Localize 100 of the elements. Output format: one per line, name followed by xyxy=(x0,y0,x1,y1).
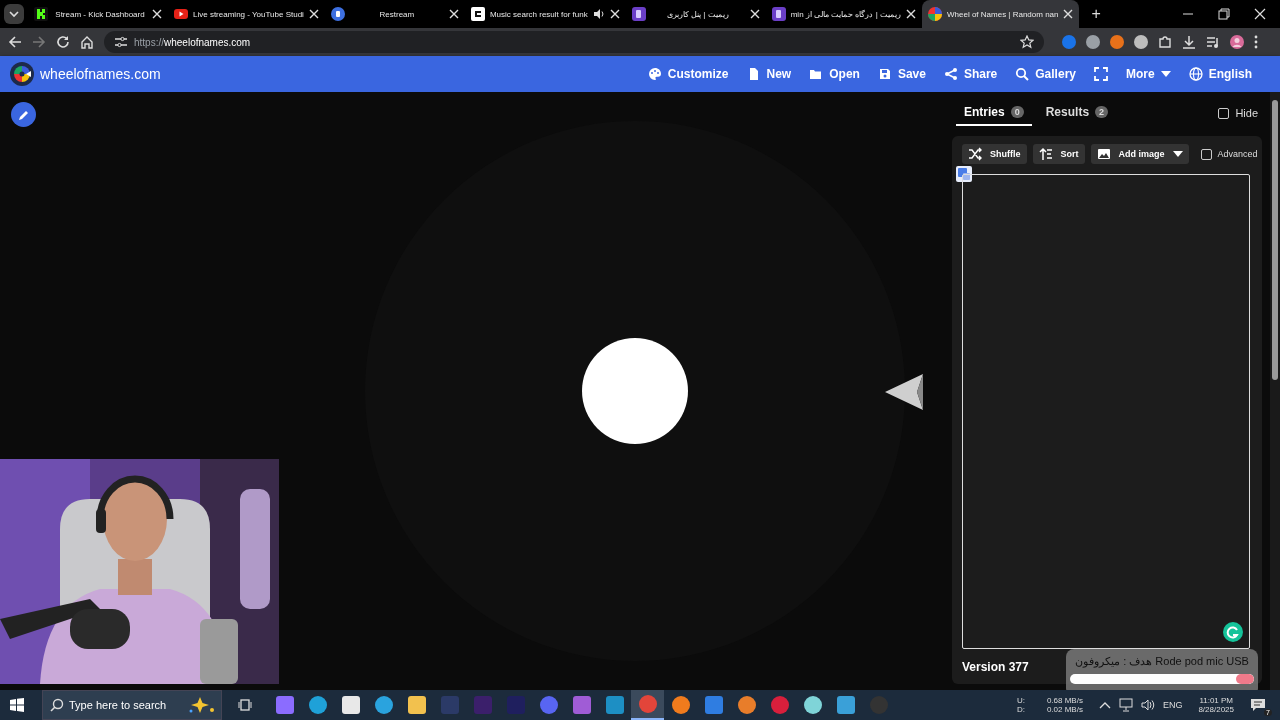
app-icon xyxy=(770,696,789,714)
search-icon xyxy=(1015,67,1030,81)
logo-icon[interactable] xyxy=(10,62,34,86)
app-icon xyxy=(638,695,657,713)
menu-button[interactable]: Gallery xyxy=(1007,63,1084,85)
taskbar-search-field[interactable]: Type here to search xyxy=(42,690,222,720)
media-icon[interactable] xyxy=(1206,35,1220,49)
panel-tab[interactable]: Results 2 xyxy=(1037,100,1117,126)
pencil-icon xyxy=(17,108,30,121)
favicon-icon xyxy=(928,7,942,21)
fullscreen-icon xyxy=(1094,67,1108,81)
browser-tab[interactable]: Wheel of Names | Random nan xyxy=(922,0,1080,28)
menu-button[interactable]: New xyxy=(738,63,800,85)
notification-icon[interactable] xyxy=(1250,698,1266,712)
browser-tab[interactable]: Music search result for funk xyxy=(464,0,626,28)
browser-tab[interactable]: Restream xyxy=(324,0,465,28)
count-badge: 2 xyxy=(1095,106,1109,118)
app-icon xyxy=(275,696,294,714)
panel-tab[interactable]: Entries 0 xyxy=(956,100,1032,126)
download-icon[interactable] xyxy=(1182,35,1196,49)
checkbox-label[interactable]: Advanced xyxy=(1217,149,1258,159)
new-tab-button[interactable]: + xyxy=(1083,5,1109,23)
address-bar[interactable]: https://wheelofnames.com xyxy=(104,31,1044,53)
back-icon[interactable] xyxy=(8,35,22,49)
browser-tab[interactable]: Live streaming - YouTube Studi xyxy=(168,0,325,28)
forward-icon[interactable] xyxy=(32,35,46,49)
tool-button[interactable]: Add image xyxy=(1090,144,1189,164)
close-icon[interactable] xyxy=(749,9,760,19)
close-icon[interactable] xyxy=(448,9,459,19)
extension-icon[interactable] xyxy=(1086,35,1100,49)
url-text: https://wheelofnames.com xyxy=(134,36,251,48)
app-icon xyxy=(341,696,360,714)
avatar-icon[interactable] xyxy=(1230,35,1244,49)
menu-button[interactable]: Share xyxy=(935,63,1006,85)
extension-icon[interactable] xyxy=(1110,35,1124,49)
net-speed: 0.02 MB/s xyxy=(1046,705,1083,714)
tab-list-button[interactable] xyxy=(4,4,24,24)
tab-title: Live streaming - YouTube Studi xyxy=(193,9,304,19)
close-icon[interactable] xyxy=(906,9,916,19)
restore-icon[interactable] xyxy=(1218,8,1230,20)
browser-tab[interactable]: ریمیت | درگاه حمایت مالی از min xyxy=(765,0,922,28)
app-icon xyxy=(737,696,756,714)
volume-icon[interactable] xyxy=(1140,698,1155,712)
entries-field[interactable] xyxy=(962,174,1250,649)
speaker-icon[interactable] xyxy=(592,8,605,20)
menu-button[interactable]: English xyxy=(1180,63,1260,85)
app-icon xyxy=(506,696,525,714)
tool-button[interactable]: Shuffle xyxy=(962,144,1027,164)
close-icon[interactable] xyxy=(1254,8,1266,20)
extension-icon[interactable] xyxy=(1134,35,1148,49)
tab-title: Wheel of Names | Random nan xyxy=(947,9,1059,19)
app-icon xyxy=(836,696,855,714)
favicon-icon xyxy=(470,7,485,21)
advanced-checkbox[interactable] xyxy=(1200,148,1212,160)
clock-time[interactable]: 11:01 PM xyxy=(1199,696,1234,705)
checkbox-label[interactable]: Hide xyxy=(1235,107,1258,119)
browser-tab[interactable]: ریمیت | پنل کاربری xyxy=(625,0,766,28)
count-badge: 0 xyxy=(1010,106,1024,118)
close-icon[interactable] xyxy=(609,9,620,19)
menu-icon[interactable] xyxy=(1254,35,1258,49)
tab-title: Stream - Kick Dashboard xyxy=(54,9,146,19)
puzzle-icon[interactable] xyxy=(1158,35,1172,49)
menu-button[interactable]: Save xyxy=(869,63,934,85)
edit-button[interactable] xyxy=(11,102,36,127)
close-icon[interactable] xyxy=(308,9,319,19)
star-icon[interactable] xyxy=(1020,35,1034,49)
menu-button[interactable]: Customize xyxy=(639,63,737,85)
site-name[interactable]: wheelofnames.com xyxy=(40,66,161,82)
hide-checkbox[interactable] xyxy=(1218,107,1230,119)
chevron-up-icon[interactable] xyxy=(1098,701,1111,709)
share-icon xyxy=(943,67,958,81)
tab-title: ریمیت | درگاه حمایت مالی از min xyxy=(790,9,901,19)
scrollbar[interactable] xyxy=(1270,92,1280,690)
menu-button[interactable]: More xyxy=(1118,63,1179,85)
language-indicator[interactable]: ENG xyxy=(1162,700,1183,710)
tool-button[interactable]: Sort xyxy=(1032,144,1085,164)
app-icon xyxy=(605,696,624,714)
extension-icon[interactable] xyxy=(1062,35,1076,49)
net-speed: 0.68 MB/s xyxy=(1046,696,1083,705)
home-icon[interactable] xyxy=(80,35,94,49)
start-icon[interactable] xyxy=(10,698,24,712)
favicon-icon xyxy=(771,7,786,21)
network-icon[interactable] xyxy=(1118,698,1133,712)
grammarly-icon[interactable] xyxy=(1223,622,1243,642)
tab-title: Music search result for funk xyxy=(489,9,588,19)
task-view-icon[interactable] xyxy=(238,698,252,712)
site-settings-icon[interactable] xyxy=(114,35,128,49)
menu-button[interactable]: Open xyxy=(801,63,868,85)
net-label: D: xyxy=(1016,705,1025,714)
folder-icon xyxy=(809,67,824,81)
app-icon xyxy=(440,696,459,714)
favicon-icon xyxy=(34,7,48,21)
reload-icon[interactable] xyxy=(56,35,70,49)
close-icon[interactable] xyxy=(1063,9,1074,19)
close-icon[interactable] xyxy=(152,9,162,19)
browser-tab[interactable]: Stream - Kick Dashboard xyxy=(28,0,168,28)
pointer-icon xyxy=(885,374,923,410)
clock-date[interactable]: 8/28/2025 xyxy=(1198,705,1234,714)
palette-icon xyxy=(647,67,662,81)
app-icon xyxy=(407,696,426,714)
